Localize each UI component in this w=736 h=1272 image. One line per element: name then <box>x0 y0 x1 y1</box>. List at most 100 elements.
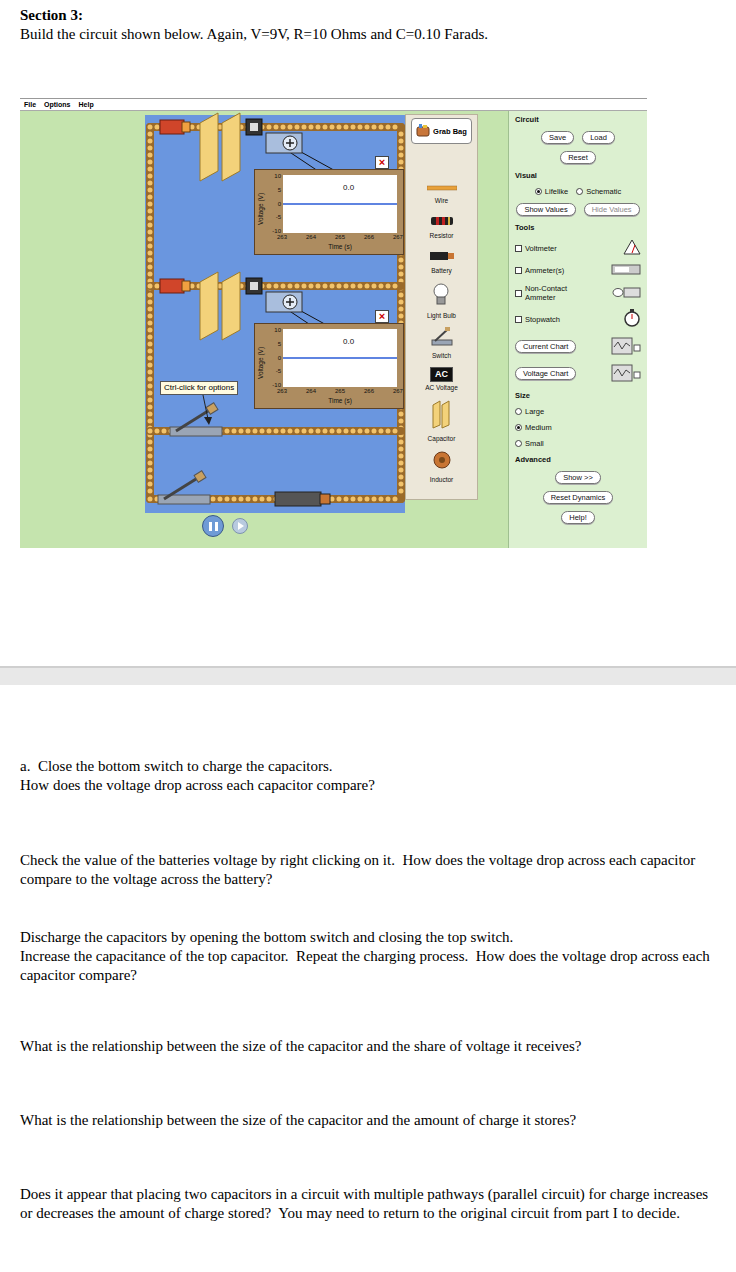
load-button[interactable]: Load <box>582 131 615 144</box>
tool-option[interactable]: Voltmeter <box>515 244 557 253</box>
palette-item[interactable]: Resistor <box>429 212 455 240</box>
shape <box>634 372 640 378</box>
tool-option[interactable]: Ammeter(s) <box>515 266 564 275</box>
palette-item[interactable]: Battery <box>429 247 455 275</box>
palette-item[interactable]: ACAC Voltage <box>425 367 458 392</box>
switch[interactable] <box>158 471 210 504</box>
graphic <box>429 216 455 226</box>
menu-item[interactable]: Options <box>44 99 70 110</box>
palette-item[interactable]: Light Bulb <box>427 282 456 320</box>
simulation-window: File Options Help Voltage (V)1050-5-100.026… <box>20 98 647 548</box>
shape <box>246 278 262 294</box>
question-text: a. Close the bottom switch to charge the… <box>20 757 716 776</box>
control-row: Small <box>515 439 641 448</box>
menu-item[interactable]: Help <box>79 99 94 110</box>
control-row: Save Load <box>515 131 641 144</box>
y-axis-ticks: 1050-5-10 <box>268 173 281 235</box>
palette-item[interactable]: Capacitor <box>428 399 456 443</box>
y-tick: -5 <box>268 214 281 221</box>
graphic <box>429 251 455 261</box>
values-button[interactable]: Show Values <box>516 203 575 216</box>
section-heading: Advanced <box>515 455 641 464</box>
checkbox[interactable] <box>515 267 522 274</box>
current-chart-button[interactable]: Current Chart <box>515 340 576 353</box>
grab-bag-button[interactable]: Grab Bag <box>411 118 472 144</box>
graphic <box>416 123 430 137</box>
size-option[interactable]: Large <box>515 407 544 416</box>
radio-button[interactable] <box>535 188 542 195</box>
switch[interactable] <box>170 403 222 436</box>
checkbox[interactable] <box>515 316 522 323</box>
voltage-series <box>283 203 397 204</box>
shape <box>206 403 218 415</box>
x-axis-label: Time (s) <box>283 397 397 405</box>
palette-label: Battery <box>431 267 452 275</box>
page: Section 3:Build the circuit shown below.… <box>0 0 736 1223</box>
shape <box>160 120 184 134</box>
visual-option[interactable]: Lifelike <box>535 187 568 196</box>
tool-row: Current Chart <box>515 337 641 357</box>
shape <box>430 252 448 260</box>
voltage-chart-button[interactable]: Voltage Chart <box>515 367 576 380</box>
palette-label: Inductor <box>430 476 454 484</box>
shape <box>442 401 449 428</box>
reset-dynamics-button[interactable]: Reset Dynamics <box>543 491 614 504</box>
tool-option[interactable]: Non-Contact Ammeter <box>515 284 585 302</box>
shape <box>427 186 457 190</box>
shape <box>448 217 450 225</box>
tool-row: Stopwatch <box>515 309 641 329</box>
shape <box>150 282 401 290</box>
tool-option[interactable]: Stopwatch <box>515 315 560 324</box>
radio-button[interactable] <box>515 424 522 431</box>
visual-option[interactable]: Schematic <box>576 187 621 196</box>
palette-label: Switch <box>432 352 451 360</box>
play-button[interactable] <box>232 518 248 534</box>
question: Discharge the capacitors by opening the … <box>20 928 716 985</box>
radio-button[interactable] <box>515 440 522 447</box>
size-option[interactable]: Medium <box>515 423 552 432</box>
palette-item[interactable]: Inductor <box>430 450 454 484</box>
voltage-chart[interactable]: Voltage (V)1050-5-100.0263264265266267Ti… <box>254 169 404 255</box>
y-tick: -5 <box>268 368 281 375</box>
shape <box>431 217 453 225</box>
circuit-canvas[interactable]: Voltage (V)1050-5-100.0263264265266267Ti… <box>20 111 405 548</box>
pause-bar <box>215 522 218 531</box>
checkbox[interactable] <box>515 245 522 252</box>
show-advanced-button[interactable]: Show >> <box>555 471 601 484</box>
shape <box>145 115 405 513</box>
spacer <box>478 111 508 548</box>
question-text: What is the relationship between the siz… <box>20 1111 716 1130</box>
tool-row: Ammeter(s) <box>515 264 641 277</box>
page-divider <box>0 666 736 685</box>
question-text: Discharge the capacitors by opening the … <box>20 928 716 947</box>
shape <box>433 401 440 428</box>
reset-button[interactable]: Reset <box>560 151 596 164</box>
voltage-chart[interactable]: Voltage (V)1050-5-100.0263264265266267Ti… <box>254 323 404 409</box>
shape <box>630 309 634 312</box>
shape <box>445 327 450 331</box>
help-button[interactable]: Help! <box>561 511 595 524</box>
question-text: Does it appear that placing two capacito… <box>20 1185 716 1223</box>
pause-button[interactable] <box>202 515 224 537</box>
palette-item[interactable]: Switch <box>430 326 454 360</box>
x-tick: 264 <box>306 234 316 241</box>
tool-icon <box>623 239 641 257</box>
shape <box>624 240 640 254</box>
graphic <box>611 337 641 355</box>
x-tick: 266 <box>364 388 374 395</box>
menu-item[interactable]: File <box>24 99 36 110</box>
palette-item[interactable]: Wire <box>427 177 457 205</box>
radio-button[interactable] <box>576 188 583 195</box>
y-tick: 5 <box>268 341 281 348</box>
close-button[interactable]: × <box>375 310 389 323</box>
shape <box>613 288 623 296</box>
graphic <box>432 282 450 306</box>
size-option[interactable]: Small <box>515 439 544 448</box>
close-button[interactable]: × <box>375 156 389 169</box>
radio-button[interactable] <box>515 408 522 415</box>
save-button[interactable]: Save <box>541 131 574 144</box>
values-button[interactable]: Hide Values <box>584 203 640 216</box>
bag-icon <box>416 123 430 139</box>
chart-icon <box>611 364 641 384</box>
checkbox[interactable] <box>515 290 522 297</box>
